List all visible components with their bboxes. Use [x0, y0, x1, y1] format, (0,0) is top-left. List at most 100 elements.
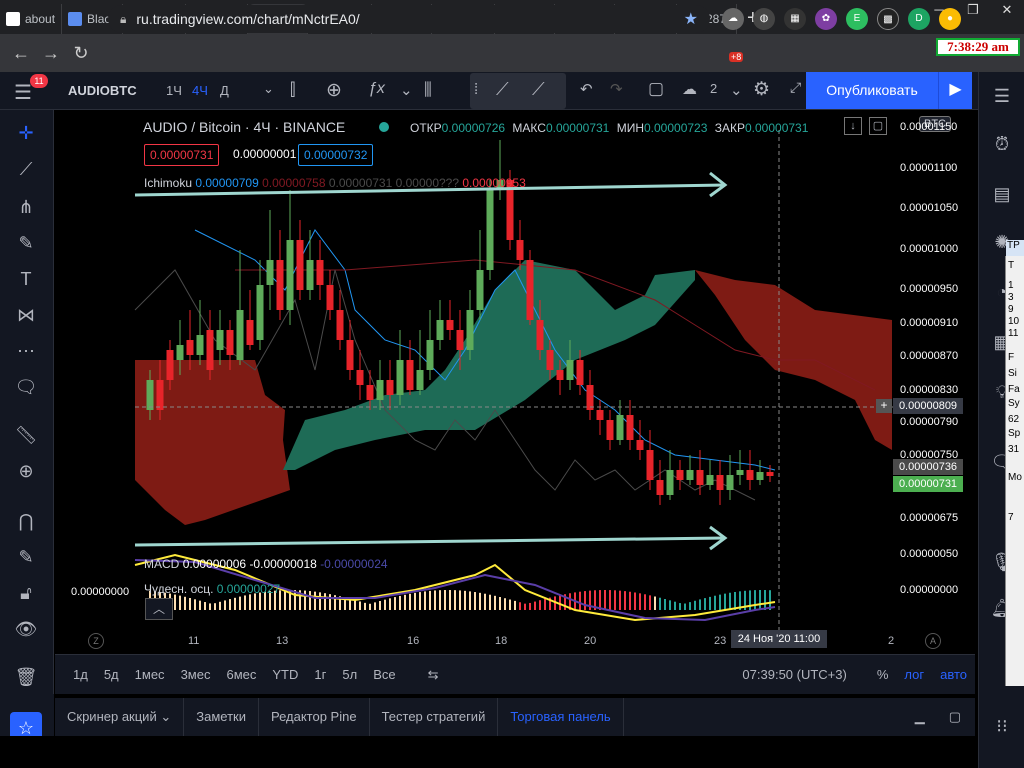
play-icon[interactable]: ▶: [938, 72, 972, 109]
drag-handle-icon[interactable]: ⁞: [474, 81, 478, 98]
watchlist-icon[interactable]: ☰: [988, 82, 1016, 110]
time-status[interactable]: 07:39:50 (UTC+3): [734, 667, 854, 682]
magnet-icon[interactable]: ⋂: [12, 508, 40, 534]
interval-1d[interactable]: Д: [220, 83, 229, 98]
forward-icon[interactable]: →: [36, 43, 66, 64]
trendline-tool-icon[interactable]: ⟋: [12, 156, 40, 182]
cloud-layout-icon[interactable]: ☁: [682, 80, 697, 98]
templates-icon[interactable]: ⫼: [424, 80, 432, 100]
bookmark-star-icon[interactable]: ★: [684, 9, 698, 29]
flower-ext-icon[interactable]: ✿: [815, 8, 837, 30]
maximize-icon[interactable]: ❐: [956, 0, 990, 24]
ichimoku-legend[interactable]: Ichimoku 0.00000709 0.00000758 0.0000073…: [144, 176, 526, 190]
tab-pine-editor[interactable]: Редактор Pine: [259, 698, 370, 736]
collapse-arrow-icon[interactable]: ↓: [844, 117, 862, 135]
alarm-clock-icon[interactable]: ⏰︎: [988, 130, 1016, 158]
evernote-ext-icon[interactable]: E: [846, 8, 868, 30]
interval-1h[interactable]: 1Ч: [166, 83, 182, 98]
layout-count[interactable]: 2: [710, 81, 717, 96]
price-chart[interactable]: [55, 110, 975, 654]
timeframe-button[interactable]: Все: [365, 667, 403, 682]
url-input[interactable]: 🔒︎ ru.tradingview.com/chart/mNctrEA0/ ★: [108, 5, 710, 33]
eye-icon[interactable]: 👁︎: [12, 616, 40, 642]
weather-ext-icon[interactable]: ☁: [722, 8, 744, 30]
maximize-pane-icon[interactable]: ▢: [869, 117, 887, 135]
timeframe-button[interactable]: 1д: [65, 667, 96, 682]
collapse-chevron-icon[interactable]: ︿: [145, 598, 173, 620]
minimize-panel-icon[interactable]: ▁: [905, 709, 935, 725]
timeframe-button[interactable]: 6мес: [218, 667, 264, 682]
undo-icon[interactable]: ↶: [580, 80, 593, 98]
crosshair-plus-icon[interactable]: +: [876, 399, 892, 413]
timeframe-button[interactable]: 1мес: [127, 667, 173, 682]
macd-legend[interactable]: MACD 0.00000006 -0.00000018 -0.00000024: [144, 557, 388, 571]
redo-icon[interactable]: ↷: [610, 80, 623, 98]
timeframe-button[interactable]: 5д: [96, 667, 127, 682]
prediction-icon[interactable]: ⋯: [12, 338, 40, 364]
fullscreen-icon[interactable]: ⤢: [790, 79, 801, 96]
chart-pane[interactable]: AUDIO / Bitcoin · 4Ч · BINANCE ОТКР0.000…: [55, 110, 975, 654]
chevron-down-icon[interactable]: ⌄: [263, 81, 274, 97]
pitchfork-icon[interactable]: ⋔: [12, 194, 40, 220]
lock-drawing-icon[interactable]: ✎: [12, 544, 40, 570]
qr-ext-icon[interactable]: ▩: [877, 8, 899, 30]
news-icon[interactable]: ▤: [988, 180, 1016, 208]
maximize-panel-icon[interactable]: ▢: [935, 709, 975, 725]
d-ext-icon[interactable]: D: [908, 8, 930, 30]
candle-body: [626, 415, 634, 440]
overlay-window[interactable]: T 1 3 9 10 11 F Si Fa Sy 62 Sp 31 Mo 7: [1005, 256, 1024, 686]
tab-notes[interactable]: Заметки: [184, 698, 259, 736]
chevron-down-icon[interactable]: ⌄: [400, 81, 413, 99]
reload-icon[interactable]: ↻: [66, 43, 96, 64]
trendline-icon[interactable]: ⟋: [496, 79, 509, 100]
zoom-reset-icon[interactable]: Z: [88, 633, 104, 649]
timeframe-button[interactable]: 5л: [334, 667, 365, 682]
speech-bubble-icon[interactable]: 🗨︎: [12, 374, 40, 400]
ao-legend[interactable]: Чудесн. осц. 0.00000027: [144, 582, 280, 596]
tab-strategy-tester[interactable]: Тестер стратегий: [370, 698, 499, 736]
buy-price-box[interactable]: 0.00000732: [298, 144, 374, 166]
zoom-in-icon[interactable]: ⊕: [12, 458, 40, 484]
ruler-icon[interactable]: 📏︎: [12, 422, 40, 448]
tab-trading-panel[interactable]: Торговая панель: [498, 698, 624, 736]
candle-body: [426, 340, 434, 370]
auto-scale-icon[interactable]: A: [925, 633, 941, 649]
tab-stock-screener[interactable]: Скринер акций ⌄: [55, 698, 185, 736]
line-tool-icon[interactable]: ⟋: [532, 79, 545, 100]
symbol-title[interactable]: AUDIO / Bitcoin · 4Ч · BINANCE: [143, 119, 345, 135]
chevron-down-icon[interactable]: ⌄: [730, 81, 743, 99]
auto-scale-toggle[interactable]: авто: [932, 667, 975, 682]
date-range-icon[interactable]: ⇆: [420, 667, 447, 683]
pattern-icon[interactable]: ⋈: [12, 302, 40, 328]
yellow-ext-icon[interactable]: ●: [939, 8, 961, 30]
tab-favicon-icon: [6, 12, 20, 26]
trash-icon[interactable]: 🗑︎: [12, 664, 40, 690]
back-icon[interactable]: ←: [6, 43, 36, 64]
symbol-search[interactable]: AUDIOBTC: [68, 83, 137, 98]
interval-4h[interactable]: 4Ч: [192, 83, 208, 98]
timeframe-button[interactable]: 1г: [306, 667, 334, 682]
gear-icon[interactable]: ⚙: [753, 78, 770, 101]
low-label: МИН: [616, 121, 644, 135]
grid-ext-icon[interactable]: ▦: [784, 8, 806, 30]
menu-icon[interactable]: ☰: [14, 80, 32, 105]
percent-scale-toggle[interactable]: %: [869, 667, 897, 682]
crosshair-icon[interactable]: ✛: [12, 120, 40, 146]
publish-button[interactable]: Опубликовать: [806, 72, 938, 109]
candle-body: [766, 472, 774, 476]
rectangle-icon[interactable]: ▢: [648, 79, 664, 99]
close-icon[interactable]: ✕: [990, 0, 1024, 24]
brush-icon[interactable]: ✎: [12, 230, 40, 256]
indicators-fx-icon[interactable]: ƒx: [368, 80, 385, 98]
text-tool-icon[interactable]: T: [12, 266, 40, 292]
sell-price-box[interactable]: 0.00000731: [144, 144, 220, 166]
timeframe-button[interactable]: 3мес: [173, 667, 219, 682]
dots-grid-icon[interactable]: ⁝⁝: [988, 712, 1016, 740]
timeframe-button[interactable]: YTD: [264, 667, 306, 682]
compare-plus-icon[interactable]: ⊕: [326, 79, 342, 102]
candles-icon[interactable]: ⫿: [290, 80, 295, 100]
browser-tab[interactable]: about: [0, 4, 63, 34]
log-scale-toggle[interactable]: лог: [896, 667, 932, 682]
globe-ext-icon[interactable]: ◍: [753, 8, 775, 30]
lock-icon[interactable]: 🔓︎: [12, 580, 40, 606]
